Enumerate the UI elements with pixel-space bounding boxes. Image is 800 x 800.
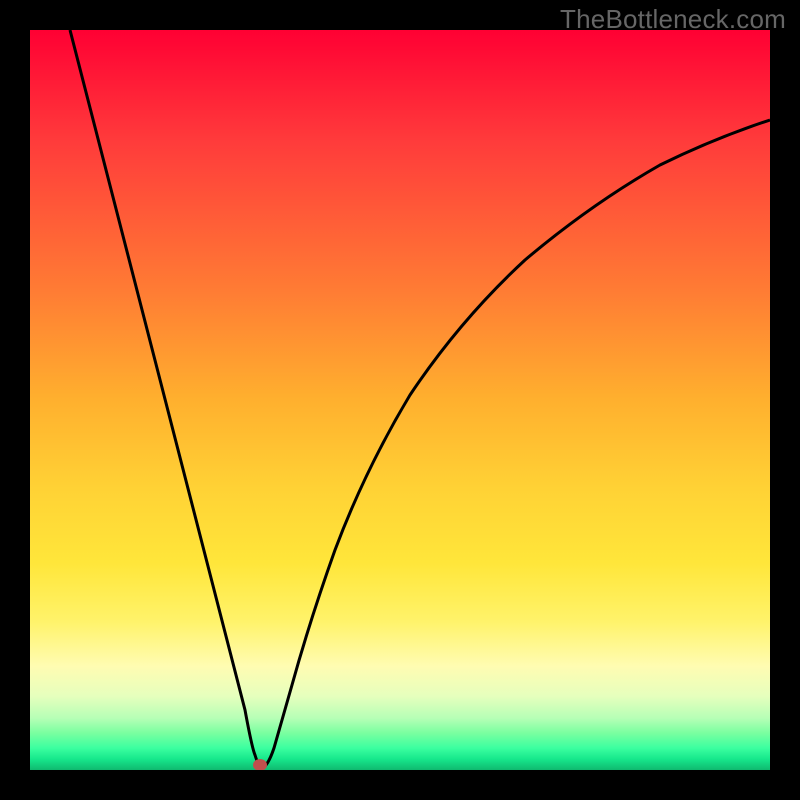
frame-border-bottom [0,770,800,800]
curve-layer [30,30,770,770]
bottleneck-curve [70,30,770,765]
watermark-text: TheBottleneck.com [560,4,786,35]
frame-border-left [0,0,30,800]
chart-container: TheBottleneck.com [0,0,800,800]
minimum-marker [253,759,267,770]
frame-border-right [770,0,800,800]
